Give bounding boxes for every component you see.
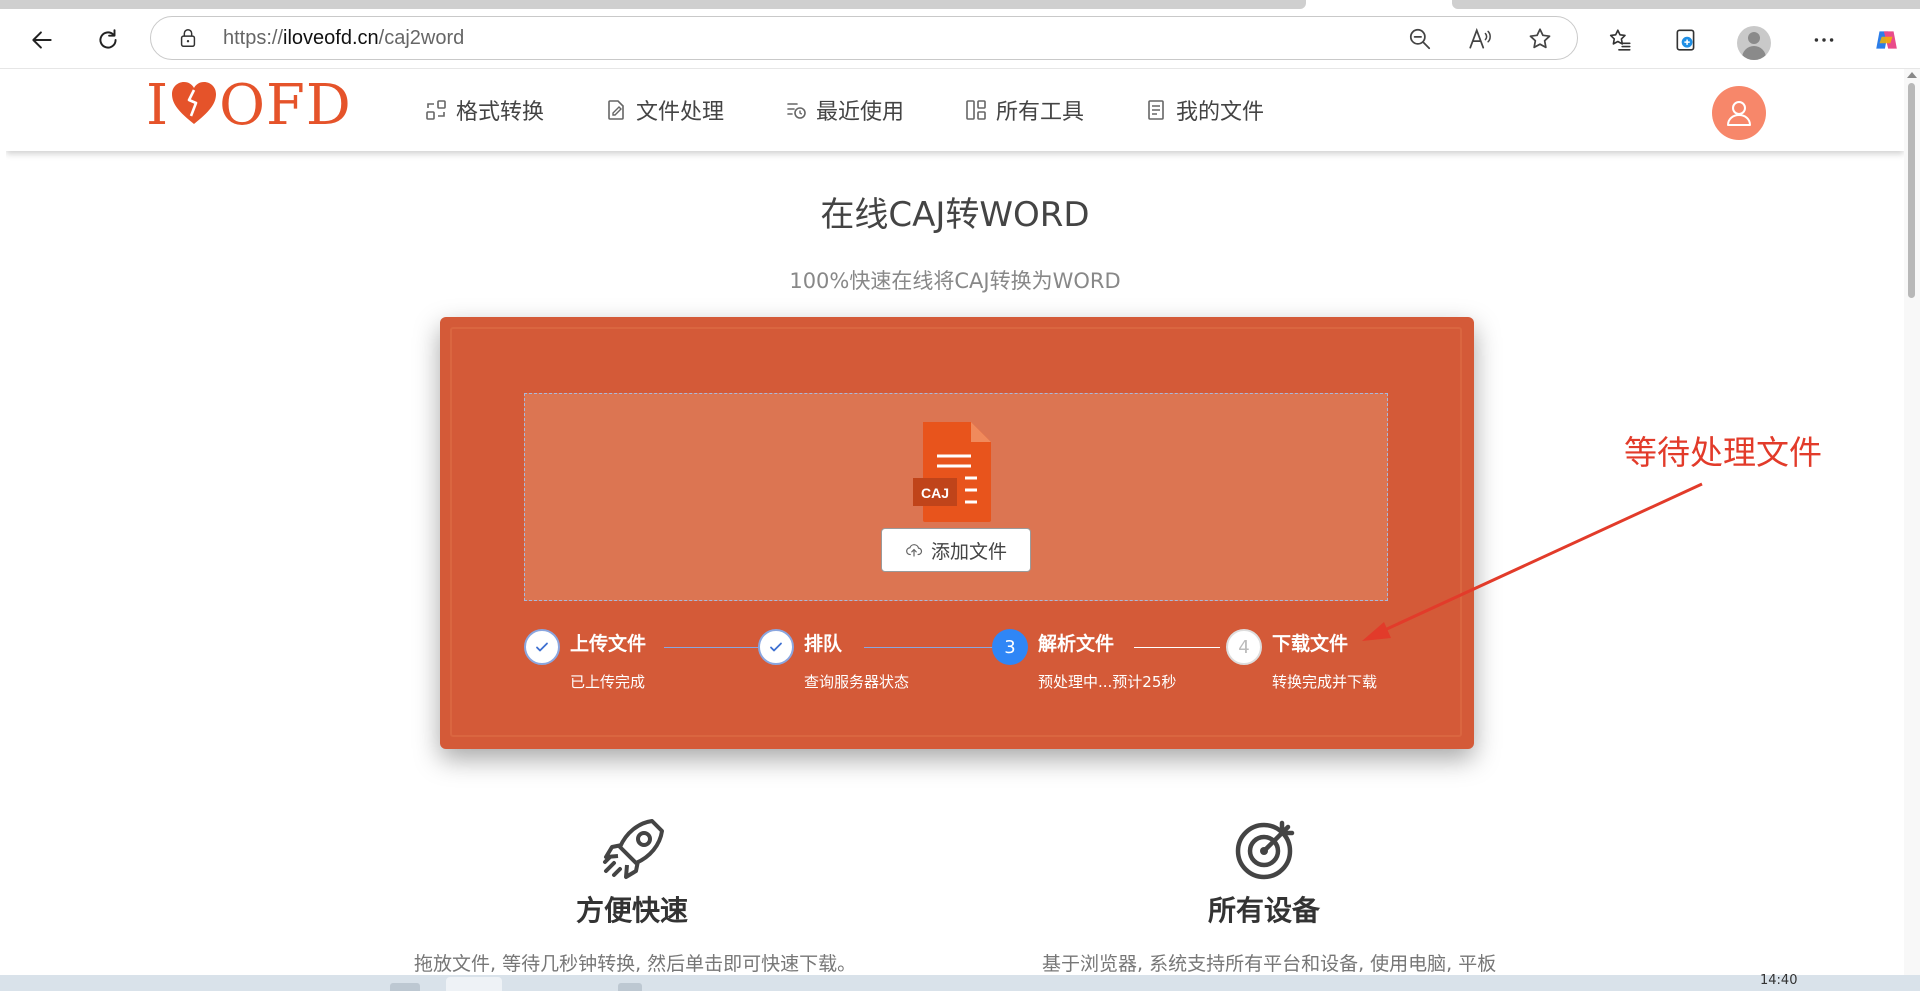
nav-all-tools[interactable]: 所有工具 [964,93,1084,127]
step-3-desc: 预处理中...预计25秒 [1038,673,1177,691]
favorites-button[interactable] [1602,22,1638,58]
address-bar[interactable]: https://iloveofd.cn/caj2word [150,16,1578,60]
step-2-desc: 查询服务器状态 [804,673,910,691]
scroll-up-arrow-icon[interactable] [1907,72,1917,78]
url-scheme: https:// [223,27,284,49]
nav-label: 最近使用 [816,100,905,125]
heart-logo-icon [172,82,217,124]
url-path: /caj2word [378,27,465,49]
page-title: 在线CAJ转WORD [820,195,1090,235]
scrollbar-thumb[interactable] [1908,83,1915,298]
convert-icon [426,100,446,120]
feature-1-title: 方便快速 [576,894,689,927]
recent-icon [787,103,806,119]
step-4-pending: 4 [1226,629,1262,665]
browser-profile-avatar[interactable] [1737,26,1771,60]
collections-icon [1676,29,1695,51]
file-drop-zone[interactable]: CAJ 添加文件 [524,393,1388,601]
user-icon [1727,101,1751,126]
add-file-label: 添加文件 [930,540,1007,563]
check-icon [770,642,782,652]
user-account-button[interactable] [1712,86,1766,140]
nav-file-processing[interactable]: 文件处理 [604,93,724,127]
url-host: iloveofd.cn [283,27,379,49]
site-logo[interactable]: I OFD [146,78,352,134]
logo-text-left: I [146,73,170,138]
step-1-done [524,629,560,665]
page-viewport: I OFD 格式转换 文件处理 最近使用 所有工具 我的文件 在线CAJ转WORD… [6,69,1904,975]
site-header: I OFD 格式转换 文件处理 最近使用 所有工具 我的文件 [6,69,1904,151]
collections-button[interactable] [1668,22,1704,58]
ellipsis-icon [1814,38,1834,42]
step-4-desc: 转换完成并下载 [1272,673,1378,691]
back-button[interactable] [24,22,60,58]
reload-icon [99,29,117,49]
taskbar-app-1[interactable] [390,983,420,991]
step-3-title: 解析文件 [1038,633,1115,655]
converter-panel: CAJ 添加文件 上传文件 已上传完成 排队 查询服务器状态 3 解析文件 预处… [440,317,1474,749]
page-scrollbar[interactable] [1904,69,1920,975]
copilot-icon [1876,31,1897,49]
active-tab[interactable] [0,0,1306,9]
step-2-done [758,629,794,665]
feature-2-desc: 基于浏览器, 系统支持所有平台和设备, 使用电脑, 平板 [1042,953,1497,975]
nav-my-files[interactable]: 我的文件 [1144,93,1264,127]
lock-icon[interactable] [177,27,199,49]
target-icon [1235,820,1295,880]
my-files-icon [1148,100,1164,120]
browser-toolbar: https://iloveofd.cn/caj2word [0,10,1920,69]
step-3-active: 3 [992,629,1028,665]
annotation-label: 等待处理文件 [1624,433,1822,472]
cloud-upload-icon [906,544,923,557]
check-icon [536,642,548,652]
more-menu-button[interactable] [1806,22,1842,58]
feature-1-desc: 拖放文件, 等待几秒钟转换, 然后单击即可快速下载。 [414,953,857,975]
nav-recent[interactable]: 最近使用 [784,93,904,127]
feature-2-title: 所有设备 [1208,894,1321,927]
tab-strip-right [1452,0,1920,9]
nav-label: 格式转换 [456,100,545,125]
step-1-title: 上传文件 [570,633,647,655]
taskbar-app-3[interactable] [618,983,642,991]
nav-label: 文件处理 [636,100,725,125]
favorites-list-icon [1609,29,1631,51]
step-connector-3 [1134,647,1220,648]
file-badge-text: CAJ [921,485,949,501]
step-1-desc: 已上传完成 [570,673,646,691]
page-subtitle: 100%快速在线将CAJ转换为WORD [789,269,1121,293]
nav-format-convert[interactable]: 格式转换 [424,93,544,127]
add-file-button[interactable]: 添加文件 [881,528,1031,572]
rocket-icon [603,819,664,879]
browser-tab-strip [0,0,1920,10]
logo-text-right: OFD [219,73,352,138]
step-4-title: 下载文件 [1272,633,1349,655]
tools-grid-icon [966,100,986,120]
copilot-button[interactable] [1868,22,1904,58]
os-taskbar: 14:40 [0,973,1920,991]
taskbar-clock[interactable]: 14:40 [1760,973,1797,988]
file-edit-icon [608,100,624,120]
favorite-star-icon[interactable] [1527,26,1553,52]
nav-label: 所有工具 [996,100,1085,125]
step-2-title: 排队 [804,633,843,655]
back-arrow-icon [32,31,52,49]
url-text[interactable]: https://iloveofd.cn/caj2word [223,27,464,50]
caj-file-icon: CAJ [913,422,991,522]
taskbar-app-browser[interactable] [446,977,502,991]
zoom-out-icon[interactable] [1407,26,1433,52]
reload-button[interactable] [90,22,126,58]
nav-label: 我的文件 [1176,100,1265,125]
read-aloud-icon[interactable] [1467,26,1493,52]
